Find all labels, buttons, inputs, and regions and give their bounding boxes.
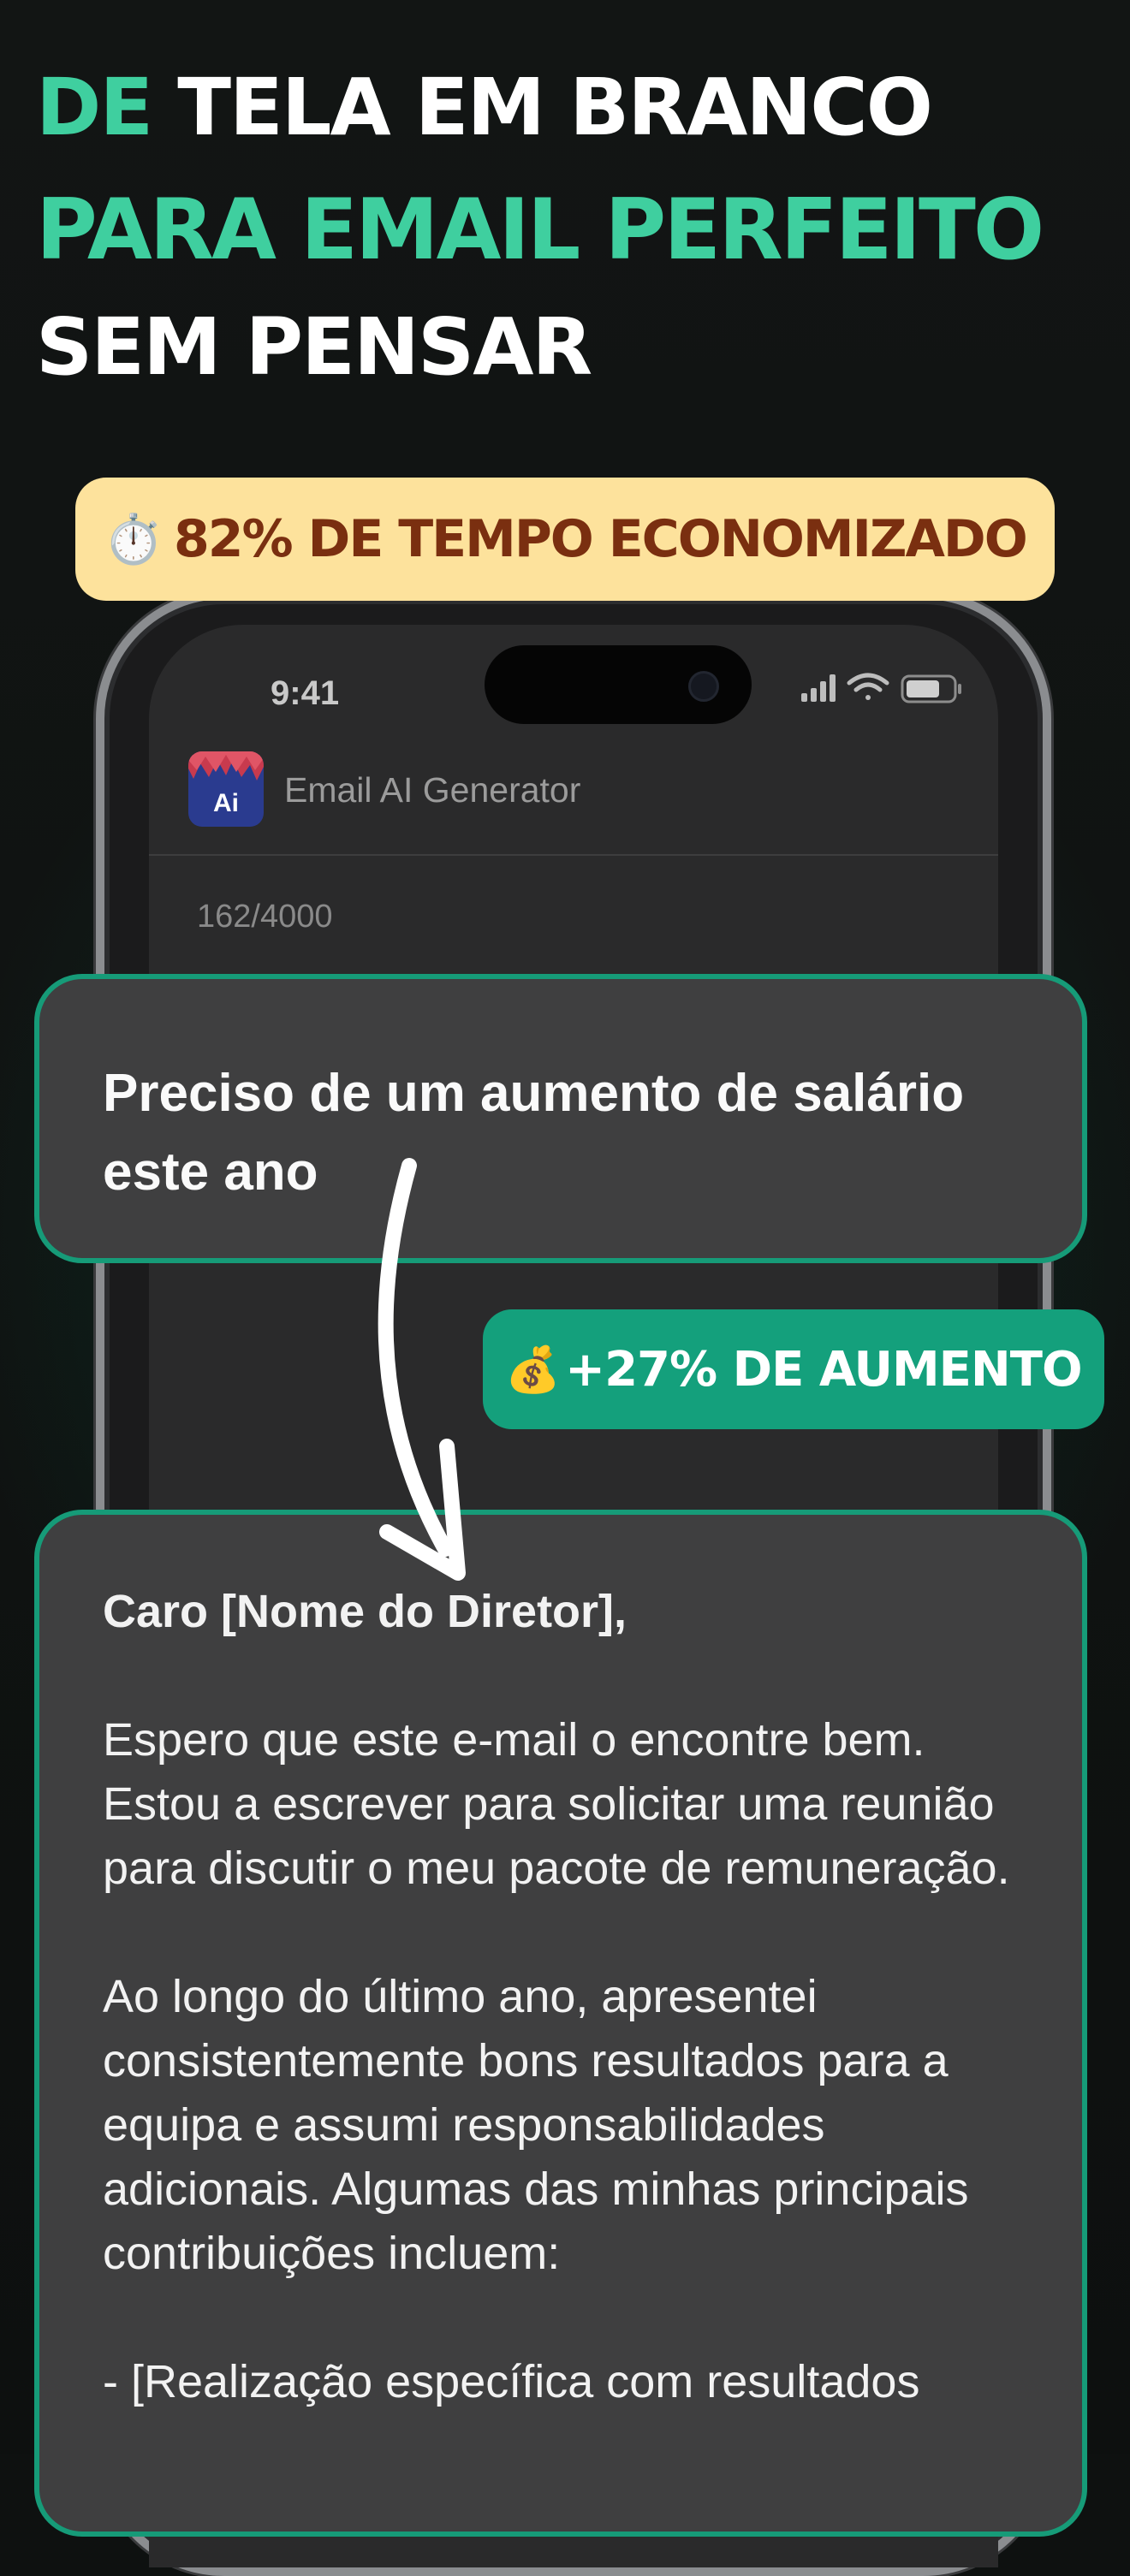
dynamic-island: [485, 645, 752, 724]
time-saved-text: 82% DE TEMPO ECONOMIZADO: [174, 509, 1028, 569]
app-icon[interactable]: Ai: [188, 751, 264, 827]
wifi-icon: [847, 673, 889, 700]
email-bullet-1: - [Realização específica com resultados: [103, 2356, 920, 2407]
email-paragraph-1: Espero que este e-mail o encontre bem. E…: [103, 1714, 1010, 1894]
signal-icon: [801, 674, 836, 702]
headline-accent: DE: [36, 62, 153, 153]
stopwatch-icon: ⏱️: [104, 512, 164, 567]
char-counter: 162/4000: [197, 899, 333, 935]
raise-text: +27% DE AUMENTO: [565, 1341, 1082, 1398]
headline-line-1: DE TELA EM BRANCO: [36, 62, 933, 153]
email-body: Caro [Nome do Diretor], Espero que este …: [103, 1580, 1031, 2478]
app-title: Email AI Generator: [284, 770, 581, 810]
app-header: Ai Email AI Generator: [149, 726, 998, 856]
headline-line-2: PARA EMAIL PERFEITO: [36, 181, 1044, 279]
app-icon-label: Ai: [213, 789, 239, 817]
email-greeting: Caro [Nome do Diretor],: [103, 1586, 627, 1637]
headline-line-3: SEM PENSAR: [36, 301, 592, 393]
battery-icon: [901, 674, 961, 703]
time-saved-badge: ⏱️ 82% DE TEMPO ECONOMIZADO: [75, 478, 1055, 601]
prompt-text: Preciso de um aumento de salário este an…: [103, 1064, 965, 1202]
money-bag-icon: 💰: [505, 1344, 561, 1396]
raise-badge: 💰 +27% DE AUMENTO: [483, 1309, 1104, 1429]
app-icon-pattern: [188, 751, 264, 781]
prompt-card[interactable]: Preciso de um aumento de salário este an…: [34, 974, 1087, 1263]
camera-icon: [688, 671, 719, 702]
email-paragraph-2: Ao longo do último ano, apresentei consi…: [103, 1971, 969, 2279]
status-icons: [801, 669, 972, 711]
status-time: 9:41: [271, 674, 340, 712]
email-output-card[interactable]: Caro [Nome do Diretor], Espero que este …: [34, 1510, 1087, 2537]
headline-line-1-rest: TELA EM BRANCO: [177, 62, 933, 153]
